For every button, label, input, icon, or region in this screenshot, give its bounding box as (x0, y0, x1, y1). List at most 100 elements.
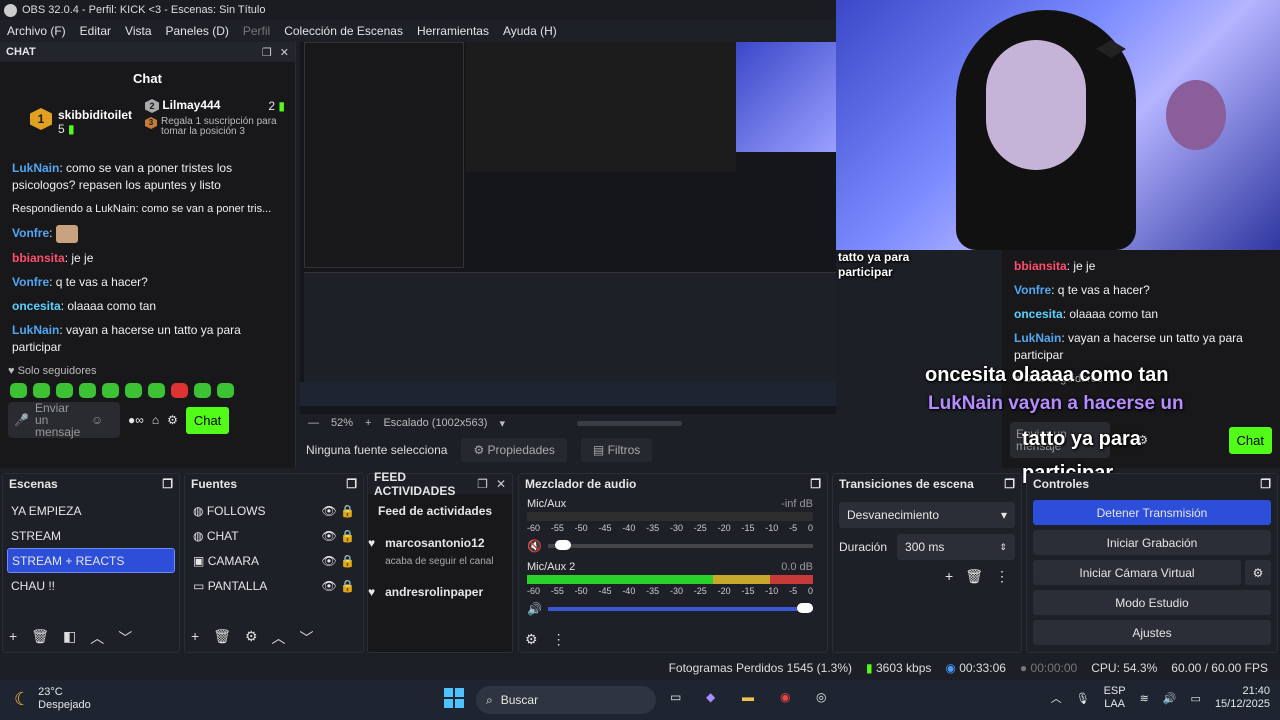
emoji-icon[interactable]: ☺ (91, 414, 103, 426)
source-item[interactable]: ◍ FOLLOWS 👁 🔒 (189, 498, 359, 523)
settings-button[interactable]: Ajustes (1033, 620, 1271, 645)
language-indicator[interactable]: ESP LAA (1104, 685, 1126, 711)
filter-icon[interactable]: ◧ (63, 628, 76, 648)
float-icon[interactable]: ❐ (1004, 477, 1015, 491)
scene-item[interactable]: YA EMPIEZA (7, 498, 175, 523)
emote-icon[interactable] (125, 383, 142, 398)
right-chat-send-button[interactable]: Chat (1228, 426, 1272, 454)
mic-icon[interactable]: 🎤 (14, 414, 29, 426)
copilot-icon[interactable]: ◆ (706, 690, 715, 704)
float-icon[interactable]: ❐ (810, 477, 821, 491)
scene-item[interactable]: CHAU !! (7, 573, 175, 598)
lock-icon[interactable]: 🔒 (340, 554, 355, 568)
mic-icon[interactable]: 🎙 (1076, 692, 1090, 705)
volume-slider-2[interactable] (547, 603, 813, 613)
eye-icon[interactable]: 👁 (321, 529, 336, 543)
preview-scrollbar[interactable] (576, 420, 682, 426)
muted-speaker-icon[interactable]: 🔇 (527, 539, 542, 553)
clock[interactable]: 21:40 15/12/2025 (1215, 685, 1270, 711)
add-icon[interactable]: + (191, 628, 199, 648)
scene-item[interactable]: STREAM (7, 523, 175, 548)
emote-icon[interactable] (33, 383, 50, 398)
menu-ayuda[interactable]: Ayuda (H) (496, 24, 564, 38)
float-icon[interactable]: ❐ (162, 477, 173, 491)
chevron-up-icon[interactable]: ︿ (1051, 690, 1062, 706)
eye-icon[interactable]: 👁 (321, 504, 336, 518)
menu-paneles[interactable]: Paneles (D) (159, 24, 236, 38)
chat-input[interactable]: 🎤 Enviar un mensaje ☺ (8, 402, 120, 438)
preview-canvas[interactable] (300, 42, 836, 414)
obs-taskbar-icon[interactable]: ◎ (816, 690, 826, 704)
trash-icon[interactable]: 🗑 (31, 628, 49, 648)
close-icon[interactable]: ✕ (280, 46, 289, 59)
eye-icon[interactable]: 👁 (321, 554, 336, 568)
more-icon[interactable]: ⋮ (552, 631, 566, 648)
volume-icon[interactable]: 🔊 (1163, 692, 1177, 705)
emote-icon[interactable] (10, 383, 27, 398)
emote-icon[interactable] (79, 383, 96, 398)
zoom-in-button[interactable]: + (365, 417, 371, 429)
lock-icon[interactable]: 🔒 (340, 504, 355, 518)
menu-coleccion[interactable]: Colección de Escenas (277, 24, 410, 38)
store-icon[interactable]: ⌂ (152, 413, 159, 427)
start-virtual-camera-button[interactable]: Iniciar Cámara Virtual (1033, 560, 1241, 585)
stop-streaming-button[interactable]: Detener Transmisión (1033, 500, 1271, 525)
chrome-icon[interactable]: ◉ (780, 690, 790, 704)
windows-start-icon[interactable] (444, 688, 464, 708)
trash-icon[interactable]: 🗑 (965, 568, 983, 585)
source-item[interactable]: ▭ PANTALLA 👁 🔒 (189, 573, 359, 598)
volume-slider-1[interactable] (547, 540, 813, 550)
gift-sub-icon[interactable]: ●∞ (128, 413, 144, 427)
transition-select[interactable]: Desvanecimiento ▾ (839, 502, 1015, 528)
up-icon[interactable]: ︿ (272, 628, 286, 648)
emote-icon[interactable] (102, 383, 119, 398)
trash-icon[interactable]: 🗑 (213, 628, 231, 648)
add-icon[interactable]: + (9, 628, 17, 648)
menu-editar[interactable]: Editar (73, 24, 118, 38)
lock-icon[interactable]: 🔒 (340, 579, 355, 593)
virtual-camera-settings-icon[interactable]: ⚙ (1245, 560, 1271, 585)
lock-icon[interactable]: 🔒 (340, 529, 355, 543)
float-icon[interactable]: ❐ (1260, 477, 1271, 491)
task-view-icon[interactable]: ▭ (670, 690, 681, 704)
weather-widget[interactable]: ☾ 23°C Despejado (14, 686, 91, 712)
add-icon[interactable]: + (945, 568, 953, 585)
scene-item-selected[interactable]: STREAM + REACTS (7, 548, 175, 573)
more-icon[interactable]: ⋮ (995, 568, 1009, 585)
scale-select[interactable]: Escalado (1002x563) (383, 417, 487, 429)
speaker-icon[interactable]: 🔊 (527, 602, 542, 616)
menu-archivo[interactable]: Archivo (F) (0, 24, 73, 38)
chat-send-button[interactable]: Chat (185, 406, 230, 434)
gifter-1-name[interactable]: skibbiditoilet (58, 108, 132, 122)
menu-herramientas[interactable]: Herramientas (410, 24, 496, 38)
down-icon[interactable]: ﹀ (300, 628, 314, 648)
gear-icon[interactable]: ⚙ (525, 631, 538, 648)
menu-perfil[interactable]: Perfil (236, 24, 277, 38)
source-item[interactable]: ▣ CAMARA 👁 🔒 (189, 548, 359, 573)
source-item[interactable]: ◍ CHAT 👁 🔒 (189, 523, 359, 548)
down-icon[interactable]: ﹀ (118, 628, 132, 648)
start-recording-button[interactable]: Iniciar Grabación (1033, 530, 1271, 555)
filters-button[interactable]: ▤ Filtros (580, 438, 653, 462)
emote-icon[interactable] (194, 383, 211, 398)
float-icon[interactable]: ❐ (477, 477, 488, 491)
gifter-2-name[interactable]: Lilmay444 (162, 98, 220, 112)
emote-icon[interactable] (56, 383, 73, 398)
gear-icon[interactable]: ⚙ (167, 413, 178, 427)
duration-input[interactable]: 300 ms ⇕ (897, 534, 1015, 560)
close-icon[interactable]: ✕ (496, 477, 506, 491)
taskbar-search[interactable]: ⌕ Buscar (476, 686, 656, 714)
emote-icon[interactable] (217, 383, 234, 398)
wifi-icon[interactable]: ≋ (1140, 692, 1149, 705)
gear-icon[interactable]: ⚙ (245, 628, 258, 648)
emote-icon[interactable] (148, 383, 165, 398)
zoom-out-button[interactable]: — (308, 417, 319, 429)
studio-mode-button[interactable]: Modo Estudio (1033, 590, 1271, 615)
float-icon[interactable]: ❐ (346, 477, 357, 491)
float-icon[interactable]: ❐ (262, 46, 272, 59)
chevron-down-icon[interactable]: ▾ (499, 417, 505, 430)
eye-icon[interactable]: 👁 (321, 579, 336, 593)
menu-vista[interactable]: Vista (118, 24, 158, 38)
up-icon[interactable]: ︿ (90, 628, 104, 648)
folder-icon[interactable]: ▬ (742, 690, 754, 704)
